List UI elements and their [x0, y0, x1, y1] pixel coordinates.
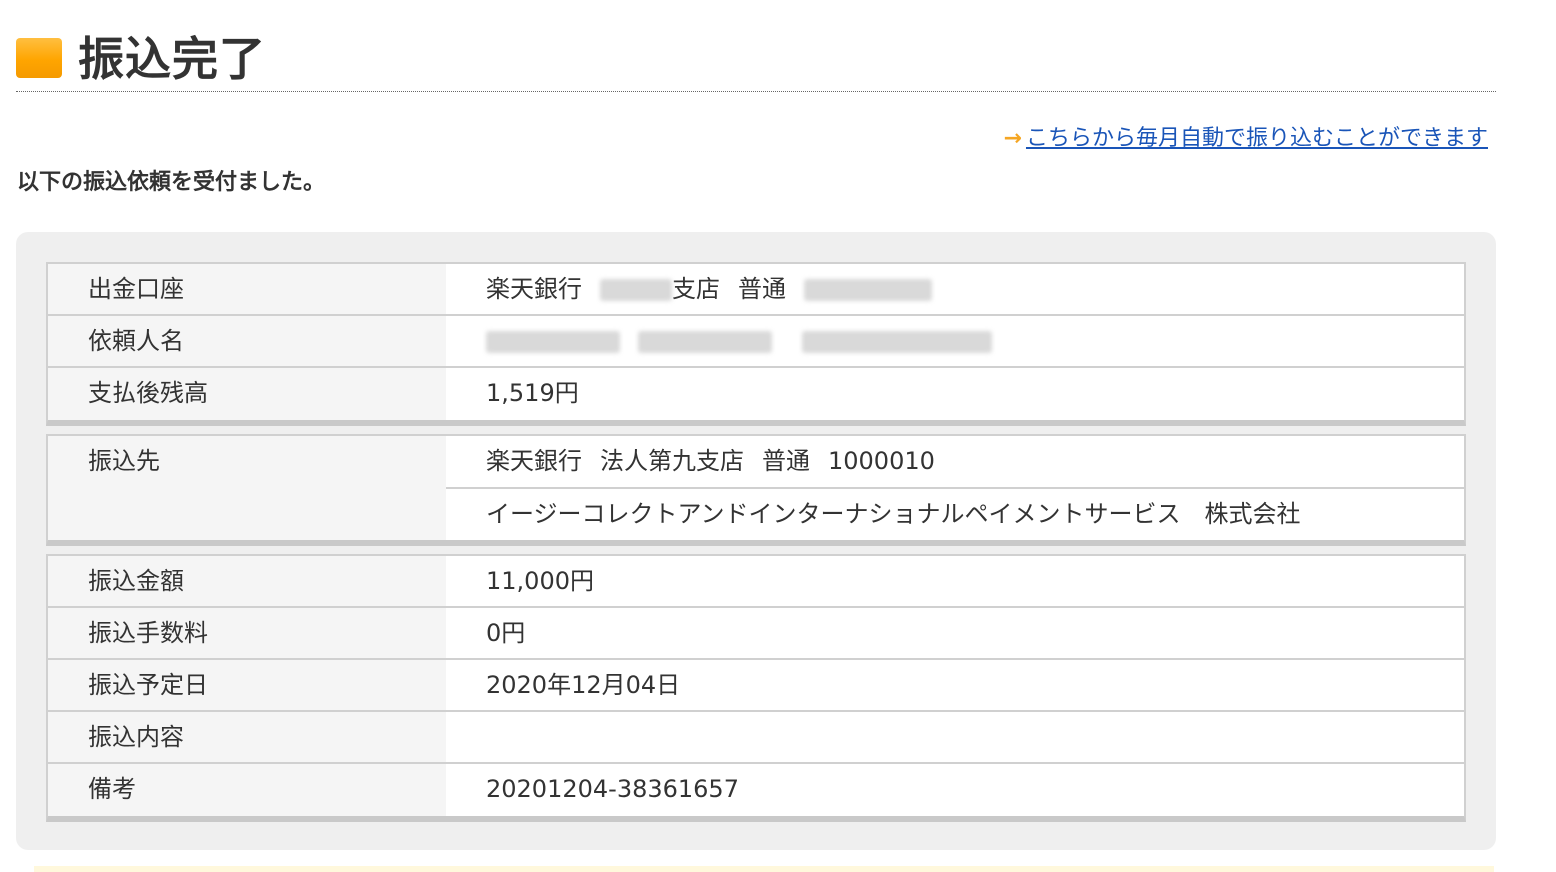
table-row: 振込予定日 2020年12月04日	[48, 660, 1464, 712]
table-row: 備考 20201204-38361657	[48, 764, 1464, 816]
transfer-complete-page: 振込完了 → こちらから毎月自動で振り込むことができます 以下の振込依頼を受付ま…	[0, 0, 1556, 872]
auto-transfer-link-row[interactable]: → こちらから毎月自動で振り込むことができます	[1004, 122, 1488, 156]
amount-label: 振込金額	[48, 556, 446, 606]
content-label: 振込内容	[48, 712, 446, 762]
auto-transfer-link[interactable]: こちらから毎月自動で振り込むことができます	[1026, 122, 1488, 156]
redacted-branch	[600, 279, 672, 301]
page-title: 振込完了	[78, 32, 266, 86]
source-account-table: 出金口座 楽天銀行 支店 普通 依頼人名 支払後残高 1,519円	[46, 262, 1466, 426]
destination-label: 振込先	[48, 436, 446, 540]
destination-values: 楽天銀行 法人第九支店 普通 1000010 イージーコレクトアンドインターナショナル…	[446, 436, 1464, 540]
memo-value: 20201204-38361657	[446, 764, 1464, 816]
fee-label: 振込手数料	[48, 608, 446, 658]
table-row: 振込金額 11,000円	[48, 556, 1464, 608]
scheduled-date-label: 振込予定日	[48, 660, 446, 710]
notice-box-edge	[34, 866, 1494, 872]
redacted-name-part	[638, 331, 772, 353]
redacted-name-part	[802, 331, 992, 353]
source-account-value: 楽天銀行 支店 普通	[446, 264, 1464, 314]
source-branch-suffix: 支店	[672, 275, 720, 303]
redacted-name-part	[486, 331, 620, 353]
destination-account-number: 1000010	[828, 447, 935, 475]
memo-label: 備考	[48, 764, 446, 816]
page-header: 振込完了	[16, 30, 1496, 92]
scheduled-date-value: 2020年12月04日	[446, 660, 1464, 710]
table-row: 振込手数料 0円	[48, 608, 1464, 660]
balance-label: 支払後残高	[48, 368, 446, 420]
requester-label: 依頼人名	[48, 316, 446, 366]
source-account-type: 普通	[738, 275, 786, 303]
arrow-right-icon: →	[1003, 126, 1022, 151]
requester-value	[446, 316, 1464, 366]
title-marker-icon	[16, 38, 62, 78]
redacted-account-number	[804, 279, 932, 301]
destination-table: 振込先 楽天銀行 法人第九支店 普通 1000010 イージーコレクトアンドインターナ…	[46, 434, 1466, 546]
table-row: 依頼人名	[48, 316, 1464, 368]
content-value	[446, 712, 1464, 762]
transfer-details-table: 振込金額 11,000円 振込手数料 0円 振込予定日 2020年12月04日 …	[46, 554, 1466, 822]
destination-name-value: イージーコレクトアンドインターナショナルペイメントサービス 株式会社	[446, 489, 1464, 540]
table-row: 支払後残高 1,519円	[48, 368, 1464, 420]
amount-value: 11,000円	[446, 556, 1464, 606]
table-row: 振込内容	[48, 712, 1464, 764]
source-bank: 楽天銀行	[486, 275, 582, 303]
table-row: 出金口座 楽天銀行 支店 普通	[48, 264, 1464, 316]
destination-bank: 楽天銀行	[486, 447, 582, 475]
fee-value: 0円	[446, 608, 1464, 658]
balance-value: 1,519円	[446, 368, 1464, 420]
transfer-summary-panel: 出金口座 楽天銀行 支店 普通 依頼人名 支払後残高 1,519円 振込先 楽天…	[16, 232, 1496, 850]
source-account-label: 出金口座	[48, 264, 446, 314]
destination-branch: 法人第九支店	[600, 447, 744, 475]
destination-account-value: 楽天銀行 法人第九支店 普通 1000010	[446, 436, 1464, 489]
table-row: 振込先 楽天銀行 法人第九支店 普通 1000010 イージーコレクトアンドインターナ…	[48, 436, 1464, 540]
completion-message: 以下の振込依頼を受付ました。	[17, 170, 326, 195]
destination-account-type: 普通	[762, 447, 810, 475]
